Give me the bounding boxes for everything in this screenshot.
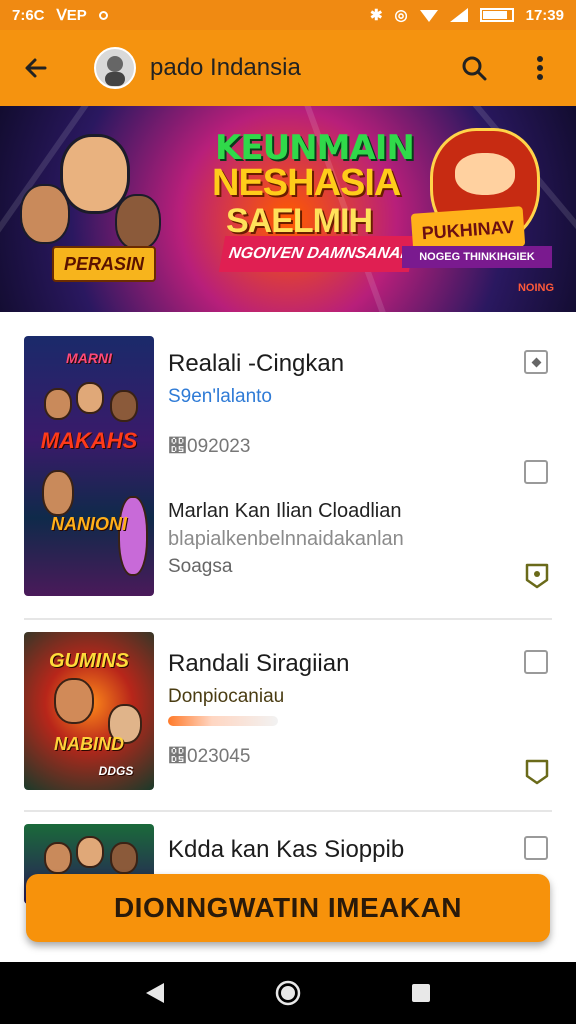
game-thumbnail[interactable]: MARNI MAKAHS NANIONI bbox=[24, 336, 154, 596]
game-thumbnail[interactable]: GUMINS NABIND DDGS bbox=[24, 632, 154, 790]
battery-icon bbox=[479, 8, 514, 22]
item-description-secondary: blapialkenbelnnaidakanlan bbox=[168, 528, 404, 550]
item-checkbox[interactable] bbox=[524, 650, 548, 674]
more-vert-icon bbox=[537, 56, 543, 80]
item-title[interactable]: Randali Siragiian bbox=[168, 650, 349, 678]
primary-action-button[interactable]: DIONNGWATIN IMEAKAN bbox=[26, 874, 550, 942]
nav-back-icon[interactable] bbox=[144, 981, 166, 1005]
page-title: pado Indansia bbox=[150, 54, 301, 81]
item-checkbox[interactable] bbox=[524, 350, 548, 374]
status-bar: 7:6C ᐯEP ✱ ◎ 17:39 bbox=[0, 0, 576, 30]
search-button[interactable] bbox=[452, 46, 496, 90]
nav-recents-icon[interactable] bbox=[410, 982, 432, 1004]
list-item[interactable]: GUMINS NABIND DDGS Randali Siragiian Don… bbox=[0, 620, 576, 810]
item-title[interactable]: Realali -Cingkan bbox=[168, 350, 344, 378]
item-number: ෕092023 bbox=[168, 436, 251, 457]
item-subtitle[interactable]: Donpiocaniau bbox=[168, 686, 284, 708]
banner-ribbon: NGOIVEN DAMNSANAI bbox=[218, 236, 416, 272]
more-options-button[interactable] bbox=[518, 46, 562, 90]
bookmark-icon[interactable] bbox=[524, 758, 550, 786]
progress-bar bbox=[168, 716, 278, 726]
status-time: 7:6C bbox=[12, 6, 45, 24]
system-nav-bar bbox=[0, 962, 576, 1024]
promo-banner[interactable]: PERASIN KEUNMAIN NESHASIA SAELMIH NGOIVE… bbox=[0, 106, 576, 312]
item-checkbox[interactable] bbox=[524, 836, 548, 860]
signal-icon bbox=[449, 8, 468, 22]
item-title[interactable]: Kdda kan Kas Sioppib bbox=[168, 836, 404, 864]
banner-tag-subtitle: NOGEG THINKIHGIEK bbox=[402, 246, 552, 268]
item-footer: Soagsa bbox=[168, 556, 233, 577]
status-clock: 17:39 bbox=[525, 6, 564, 24]
thumbnail-label-top: MARNI bbox=[66, 350, 112, 366]
item-number: ෕023045 bbox=[168, 746, 251, 767]
banner-left-badge: PERASIN bbox=[52, 246, 156, 282]
thumbnail-label-bottom: NANIONI bbox=[51, 514, 127, 534]
list-item[interactable]: MARNI MAKAHS NANIONI Realali -Cingkan S9… bbox=[0, 312, 576, 618]
thumbnail-label-mid: NABIND bbox=[54, 734, 124, 754]
shield-icon[interactable] bbox=[524, 562, 550, 590]
banner-headline-2: NESHASIA bbox=[212, 162, 401, 204]
search-icon bbox=[462, 56, 487, 81]
item-checkbox[interactable] bbox=[524, 460, 548, 484]
thumbnail-label-bottom: DDGS bbox=[98, 764, 134, 778]
item-description: Marlan Kan Ilian Cloadlian bbox=[168, 500, 402, 522]
avatar[interactable] bbox=[94, 47, 136, 89]
wifi-icon bbox=[419, 10, 438, 22]
thumbnail-label-top: GUMINS bbox=[49, 650, 129, 672]
thumbnail-label-mid: MAKAHS bbox=[40, 428, 138, 453]
arrow-left-icon bbox=[25, 58, 47, 78]
alarm-icon: ◎ bbox=[394, 7, 408, 24]
app-bar: pado Indansia bbox=[0, 30, 576, 106]
status-carrier: ᐯEP bbox=[56, 7, 87, 24]
banner-corner-label: NOING bbox=[517, 282, 554, 294]
bluetooth-icon: ✱ bbox=[369, 7, 383, 24]
notification-dot-icon bbox=[98, 10, 108, 20]
back-button[interactable] bbox=[14, 46, 58, 90]
nav-home-icon[interactable] bbox=[274, 979, 302, 1007]
item-subtitle[interactable]: S9en'lalanto bbox=[168, 386, 272, 408]
person-icon bbox=[105, 56, 125, 86]
